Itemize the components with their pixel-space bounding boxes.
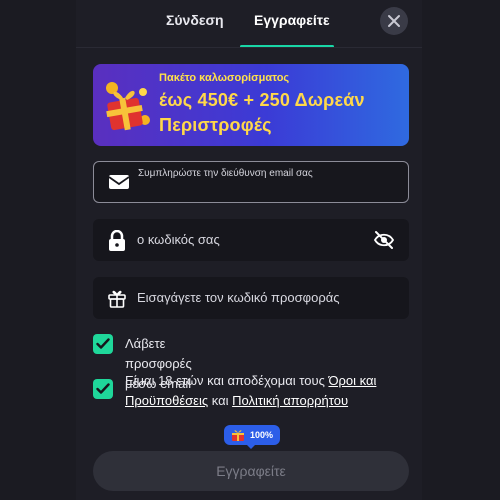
progress-badge-tail [246,444,256,449]
welcome-package-banner[interactable]: Πακέτο καλωσορίσματος έως 450€ + 250 Δωρ… [93,64,409,146]
password-placeholder: ο κωδικός σας [137,232,220,247]
offers-checkbox[interactable] [93,334,113,354]
terms-checkbox-label: Είμαι 18 ετών και αποδέχομαι τους Όροι κ… [125,371,405,411]
terms-text-before: Είμαι 18 ετών και αποδέχομαι τους [125,373,329,388]
checkmark-icon [96,383,110,394]
register-submit-button[interactable]: Εγγραφείτε [93,451,409,491]
promo-code-field[interactable]: Εισαγάγετε τον κωδικό προσφοράς [93,277,409,319]
tab-login[interactable]: Σύνδεση [166,12,224,28]
progress-badge: 100% [224,425,280,445]
auth-tabs: Σύνδεση Εγγραφείτε [76,0,422,48]
lock-icon [109,230,125,251]
envelope-icon [108,175,130,189]
privacy-link[interactable]: Πολιτική απορρήτου [232,393,348,408]
password-field[interactable]: ο κωδικός σας [93,219,409,261]
promo-headline: έως 450€ + 250 Δωρεάν Περιστροφές [159,90,365,135]
gift-box-illustration [106,82,150,131]
tab-register[interactable]: Εγγραφείτε [254,12,330,28]
close-icon [388,15,400,27]
tabs-divider [76,47,422,48]
close-button[interactable] [380,7,408,35]
promo-code-placeholder: Εισαγάγετε τον κωδικό προσφοράς [137,290,340,305]
checkmark-icon [96,338,110,349]
email-field-label: Συμπληρώστε την διεύθυνση email σας [138,168,313,179]
eye-slash-icon[interactable] [373,230,395,250]
terms-checkbox[interactable] [93,379,113,399]
gift-icon [108,290,126,308]
progress-percent: 100% [250,430,274,440]
promo-subtitle: Πακέτο καλωσορίσματος [159,72,290,84]
email-field[interactable]: Συμπληρώστε την διεύθυνση email σας [93,161,409,203]
gift-icon [232,430,244,441]
terms-text-middle: και [208,393,233,408]
